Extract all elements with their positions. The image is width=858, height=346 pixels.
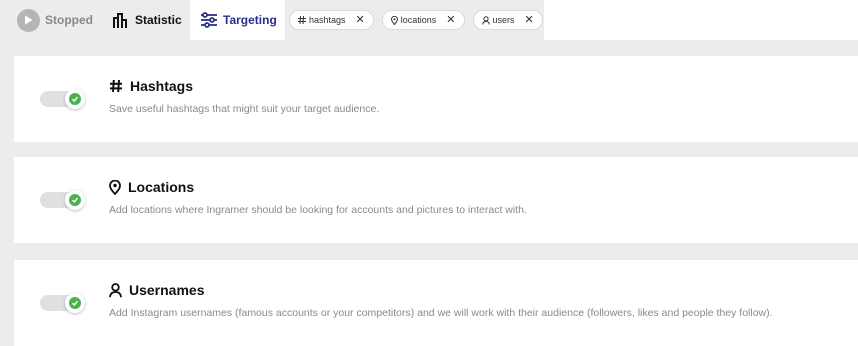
tab-targeting-label: Targeting — [223, 13, 277, 27]
chip-users[interactable]: users ✕ — [472, 10, 543, 30]
section-title: Usernames — [109, 282, 205, 298]
usernames-toggle[interactable] — [40, 293, 85, 313]
chip-users-label: users — [492, 15, 515, 25]
toggle-knob — [65, 190, 85, 210]
sliders-icon — [200, 12, 218, 28]
bar-chart-icon — [112, 12, 130, 28]
chip-locations-label: locations — [400, 15, 437, 25]
location-pin-icon — [390, 15, 398, 25]
chip-hashtags[interactable]: hashtags ✕ — [289, 10, 374, 30]
user-icon — [109, 282, 122, 298]
locations-toggle[interactable] — [40, 190, 85, 210]
section-title-label: Usernames — [129, 282, 205, 298]
hash-icon — [109, 79, 123, 93]
chip-hashtags-label: hashtags — [309, 15, 346, 25]
tab-statistic-label: Statistic — [135, 13, 182, 27]
toggle-knob — [65, 89, 85, 109]
play-icon — [17, 8, 40, 32]
chip-locations[interactable]: locations ✕ — [381, 10, 465, 30]
hash-icon — [298, 16, 306, 24]
tab-targeting[interactable]: Targeting — [190, 0, 285, 40]
user-icon — [481, 15, 490, 25]
section-title-label: Hashtags — [130, 78, 194, 94]
section-description: Add Instagram usernames (famous accounts… — [109, 307, 773, 319]
toggle-knob — [65, 293, 85, 313]
tab-stopped-label: Stopped — [45, 13, 93, 27]
check-icon — [69, 194, 81, 206]
close-icon[interactable]: ✕ — [356, 14, 365, 26]
tab-statistic[interactable]: Statistic — [112, 0, 182, 40]
close-icon[interactable]: ✕ — [446, 14, 455, 26]
usernames-card: Usernames Add Instagram usernames (famou… — [14, 260, 858, 346]
hashtags-card: Hashtags Save useful hashtags that might… — [14, 56, 858, 142]
section-title: Hashtags — [109, 78, 193, 94]
check-icon — [69, 297, 81, 309]
active-filter-chips: hashtags ✕ locations ✕ users ✕ — [289, 10, 543, 30]
locations-card: Locations Add locations where Ingramer s… — [14, 157, 858, 243]
location-pin-icon — [109, 179, 121, 195]
section-title: Locations — [109, 179, 194, 195]
section-title-label: Locations — [128, 179, 195, 195]
section-description: Add locations where Ingramer should be l… — [109, 204, 527, 216]
top-navigation-filler — [544, 0, 858, 40]
check-icon — [69, 93, 81, 105]
close-icon[interactable]: ✕ — [525, 14, 534, 26]
section-description: Save useful hashtags that might suit you… — [109, 103, 380, 115]
tab-stopped[interactable]: Stopped — [17, 0, 93, 40]
hashtags-toggle[interactable] — [40, 89, 85, 109]
